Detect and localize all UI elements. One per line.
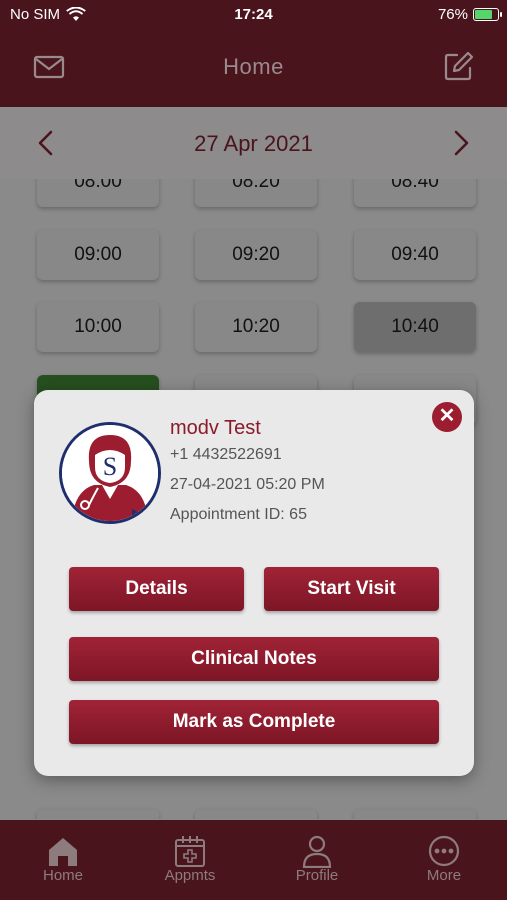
time-slot[interactable]: 08:00 — [37, 179, 159, 207]
battery-fill — [475, 10, 492, 19]
time-slot[interactable]: 10:20 — [195, 302, 317, 352]
time-slot[interactable] — [195, 809, 317, 819]
tab-label: Profile — [295, 867, 339, 884]
patient-phone: +1 4432522691 — [170, 446, 282, 463]
tab-bar: Home Appmts Profile More — [0, 820, 507, 900]
time-slot[interactable]: 09:00 — [37, 230, 159, 280]
start-visit-button[interactable]: Start Visit — [264, 567, 439, 611]
details-button[interactable]: Details — [69, 567, 244, 611]
time-slot[interactable]: 09:20 — [195, 230, 317, 280]
calendar-icon — [175, 836, 205, 867]
close-icon[interactable]: ✕ — [432, 402, 462, 432]
time-slot-selected[interactable]: 10:40 — [354, 302, 476, 352]
tab-label: Home — [42, 867, 83, 884]
time-slot[interactable] — [354, 809, 476, 819]
time-slot[interactable]: 08:20 — [195, 179, 317, 207]
user-icon — [302, 835, 332, 868]
status-time: 17:24 — [234, 6, 273, 23]
status-right: 76% — [437, 6, 502, 23]
current-date: 27 Apr 2021 — [194, 131, 313, 156]
time-slot[interactable] — [37, 809, 159, 819]
date-navigator: 27 Apr 2021 — [0, 107, 507, 179]
appointment-popup: S ✕ modv Test +1 4432522691 27-04-2021 0… — [34, 390, 474, 776]
page-title: Home — [223, 54, 284, 79]
svg-text:S: S — [103, 452, 117, 481]
status-bar: No SIM 17:24 76% — [0, 0, 507, 30]
doctor-avatar-icon: S — [62, 425, 158, 521]
clinical-notes-button[interactable]: Clinical Notes — [69, 637, 439, 681]
tab-label: Appmts — [164, 867, 216, 884]
tab-profile[interactable]: Profile — [254, 820, 380, 900]
edit-icon[interactable] — [443, 50, 475, 82]
time-slot[interactable]: 09:40 — [354, 230, 476, 280]
app-header: Home — [0, 30, 507, 107]
battery-percent: 76% — [437, 6, 468, 23]
tab-more[interactable]: More — [381, 820, 507, 900]
mark-complete-button[interactable]: Mark as Complete — [69, 700, 439, 744]
avatar: S — [59, 422, 161, 524]
time-slot[interactable]: 08:40 — [354, 179, 476, 207]
tab-appointments[interactable]: Appmts — [127, 820, 253, 900]
more-icon — [428, 835, 460, 867]
time-slot[interactable]: 10:00 — [37, 302, 159, 352]
patient-name: modv Test — [170, 417, 261, 439]
appointment-id: Appointment ID: 65 — [170, 506, 307, 523]
tab-home[interactable]: Home — [0, 820, 126, 900]
appointment-datetime: 27-04-2021 05:20 PM — [170, 476, 325, 493]
home-icon — [49, 838, 77, 866]
battery-icon — [473, 8, 502, 21]
chevron-right-icon[interactable] — [450, 129, 472, 157]
tab-label: More — [426, 867, 462, 884]
